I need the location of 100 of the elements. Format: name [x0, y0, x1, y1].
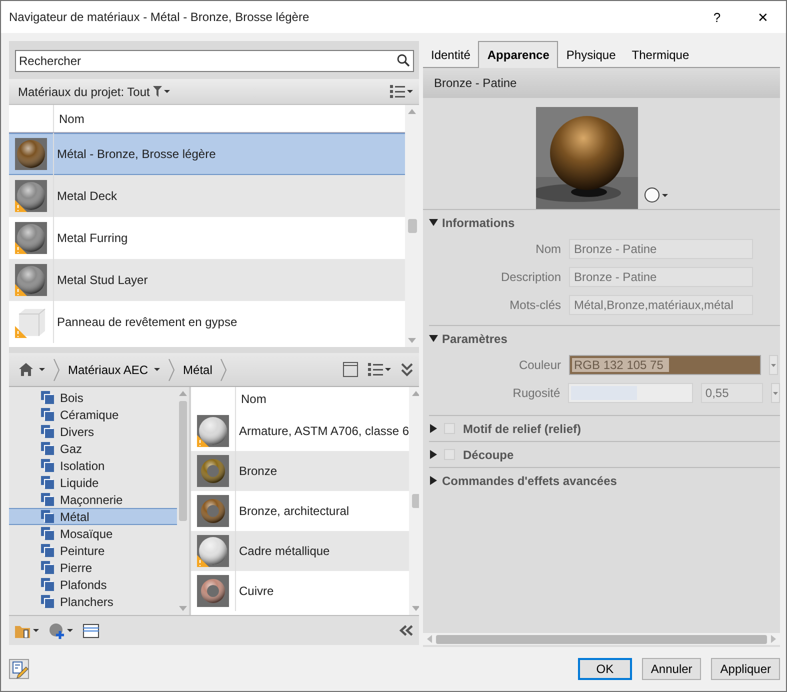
- tree-item[interactable]: Bois: [9, 389, 177, 406]
- material-name: Métal - Bronze, Brosse légère: [57, 147, 216, 161]
- ring-icon: [197, 495, 229, 527]
- tab[interactable]: Identité: [423, 43, 478, 67]
- globe-plus-icon: [49, 622, 65, 638]
- collapse-triangle-icon[interactable]: [429, 424, 438, 433]
- category-icon: [41, 578, 54, 591]
- dialog-button[interactable]: Annuler: [642, 658, 702, 680]
- scrollbar-thumb[interactable]: [412, 494, 419, 508]
- dialog-button[interactable]: OK: [578, 658, 632, 680]
- field-label: Nom: [534, 242, 561, 256]
- tree-item[interactable]: Liquide: [9, 474, 177, 491]
- table-row[interactable]: Metal Deck: [9, 175, 405, 217]
- category-icon: [41, 425, 54, 438]
- slider[interactable]: [568, 383, 694, 403]
- close-button[interactable]: ✕: [740, 10, 786, 24]
- material-name: Armature, ASTM A706, classe 6: [239, 424, 410, 438]
- column-header: Nom: [241, 392, 266, 406]
- caret-icon[interactable]: [385, 368, 391, 371]
- text-field[interactable]: Bronze - Patine: [569, 267, 753, 287]
- tree-item[interactable]: Peinture: [9, 542, 177, 559]
- category-icon: [41, 544, 54, 557]
- column-header: Nom: [59, 112, 84, 126]
- tree-item[interactable]: Pierre: [9, 559, 177, 576]
- panel-icon[interactable]: [83, 624, 99, 638]
- dropdown-button[interactable]: [771, 383, 780, 403]
- section-title: Informations: [442, 216, 515, 230]
- double-chevron-left-icon[interactable]: [399, 625, 413, 636]
- caret-icon[interactable]: [164, 90, 170, 93]
- caret-icon[interactable]: [662, 194, 668, 196]
- caret-icon[interactable]: [33, 629, 39, 632]
- material-name: Cadre métallique: [239, 544, 330, 558]
- category-icon: [41, 442, 54, 455]
- category-icon: [41, 510, 54, 523]
- caret-icon: [773, 392, 778, 394]
- asset-name: Bronze - Patine: [434, 76, 517, 90]
- collapse-triangle-icon[interactable]: [429, 476, 438, 485]
- search-field[interactable]: Rechercher: [15, 50, 414, 72]
- category-icon: [41, 561, 54, 574]
- sphere-icon: [644, 187, 660, 203]
- caret-icon[interactable]: [67, 629, 73, 632]
- dropdown-button[interactable]: [769, 355, 778, 375]
- expand-triangle-icon[interactable]: [429, 334, 438, 343]
- view-button[interactable]: [390, 85, 413, 98]
- sphere-icon: [15, 222, 47, 254]
- tab[interactable]: Thermique: [624, 43, 698, 67]
- text-field[interactable]: Bronze - Patine: [569, 239, 753, 259]
- tree-item[interactable]: Céramique: [9, 406, 177, 423]
- library-button[interactable]: [15, 624, 39, 638]
- filter-label: Matériaux du projet: Tout: [18, 84, 150, 98]
- table-row[interactable]: Bronze: [191, 451, 410, 491]
- tree-item[interactable]: Gaz: [9, 440, 177, 457]
- field-label: Mots-clés: [508, 298, 561, 312]
- view-button[interactable]: [368, 363, 391, 376]
- expand-triangle-icon[interactable]: [429, 218, 438, 227]
- tree-item[interactable]: Mosaïque: [9, 525, 177, 542]
- list-icon: [368, 363, 383, 376]
- caret-icon[interactable]: [39, 368, 45, 371]
- new-material-button[interactable]: [49, 622, 73, 638]
- text-field[interactable]: Métal,Bronze,matériaux,métal: [569, 295, 753, 315]
- tab[interactable]: Apparence: [478, 41, 558, 68]
- double-chevron-down-icon[interactable]: [401, 362, 413, 376]
- preview-options-button[interactable]: [644, 187, 668, 203]
- panel-icon[interactable]: [343, 362, 358, 377]
- collapse-triangle-icon[interactable]: [429, 450, 438, 459]
- tab[interactable]: Physique: [558, 43, 624, 67]
- checkbox[interactable]: [444, 449, 455, 460]
- material-name: Panneau de revêtement en gypse: [57, 315, 238, 329]
- number-field[interactable]: 0,55: [701, 383, 764, 403]
- tree-item[interactable]: Divers: [9, 423, 177, 440]
- tree-item[interactable]: Isolation: [9, 457, 177, 474]
- edit-icon[interactable]: [9, 659, 29, 679]
- breadcrumb-item[interactable]: Métal: [179, 360, 216, 378]
- table-row[interactable]: Métal - Bronze, Brosse légère: [9, 133, 405, 175]
- category-icon: [41, 527, 54, 540]
- category-icon: [41, 595, 54, 608]
- filter-button[interactable]: [152, 86, 170, 97]
- scrollbar-thumb[interactable]: [179, 401, 187, 521]
- tree-item[interactable]: Planchers: [9, 593, 177, 610]
- scrollbar-thumb[interactable]: [436, 634, 767, 644]
- material-name: Cuivre: [239, 584, 274, 598]
- material-name: Metal Stud Layer: [57, 273, 148, 287]
- table-row[interactable]: Cadre métallique: [191, 531, 410, 571]
- section-title: Commandes d'effets avancées: [442, 474, 617, 488]
- ring-icon: [197, 575, 229, 607]
- scrollbar-thumb[interactable]: [408, 219, 416, 233]
- breadcrumb-item[interactable]: Matériaux AEC: [64, 360, 164, 378]
- search-icon[interactable]: [397, 54, 410, 67]
- field-label: Rugosité: [512, 386, 560, 400]
- checkbox[interactable]: [444, 423, 455, 434]
- help-button[interactable]: ?: [694, 10, 740, 24]
- tree-item[interactable]: Métal: [9, 508, 177, 525]
- list-icon: [390, 85, 405, 98]
- tree-item[interactable]: Plafonds: [9, 576, 177, 593]
- caret-icon[interactable]: [407, 90, 413, 93]
- table-row[interactable]: Metal Stud Layer: [9, 259, 405, 301]
- material-name: Metal Furring: [57, 231, 128, 245]
- tree-item[interactable]: Maçonnerie: [9, 491, 177, 508]
- sphere-icon: [197, 535, 229, 567]
- dialog-button[interactable]: Appliquer: [711, 658, 780, 680]
